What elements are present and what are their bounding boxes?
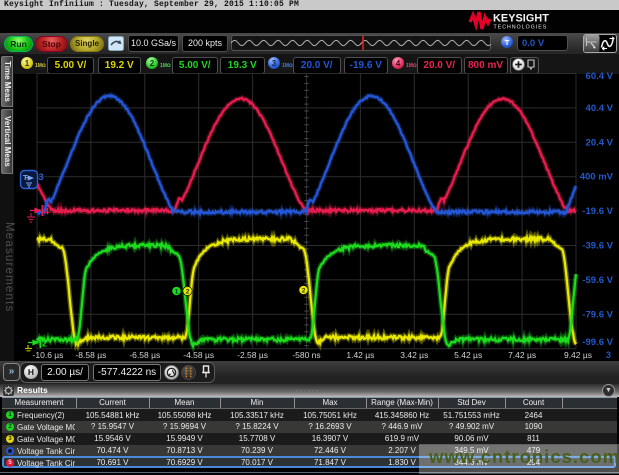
svg-text:400 mV: 400 mV — [580, 172, 614, 183]
svg-text:-19.6 V: -19.6 V — [582, 206, 613, 217]
svg-text:20.4 V: 20.4 V — [586, 137, 614, 148]
svg-text:-8.58 µs: -8.58 µs — [75, 350, 106, 360]
svg-text:5.42 µs: 5.42 µs — [454, 350, 482, 360]
svg-text:-10.6 µs: -10.6 µs — [33, 350, 64, 360]
svg-text:-2.58 µs: -2.58 µs — [237, 350, 268, 360]
svg-text:3: 3 — [39, 172, 44, 182]
svg-text:-79.6 V: -79.6 V — [582, 309, 613, 320]
svg-text:2: 2 — [302, 288, 306, 295]
svg-text:60.4 V: 60.4 V — [586, 71, 614, 82]
svg-text:2: 2 — [42, 339, 47, 349]
svg-text:2: 2 — [186, 289, 190, 296]
svg-text:3.42 µs: 3.42 µs — [400, 350, 428, 360]
svg-text:40.4 V: 40.4 V — [586, 103, 614, 114]
svg-text:9.42 µs: 9.42 µs — [564, 350, 592, 360]
svg-text:-99.6 V: -99.6 V — [582, 337, 613, 348]
svg-text:-39.6 V: -39.6 V — [582, 241, 613, 252]
svg-text:7.42 µs: 7.42 µs — [508, 350, 536, 360]
svg-text:-580 ns: -580 ns — [292, 350, 320, 360]
svg-text:4: 4 — [44, 207, 49, 217]
svg-text:1: 1 — [175, 289, 179, 296]
svg-text:3: 3 — [606, 350, 611, 360]
svg-text:-6.58 µs: -6.58 µs — [129, 350, 160, 360]
svg-text:-4.58 µs: -4.58 µs — [183, 350, 214, 360]
svg-text:1.42 µs: 1.42 µs — [346, 350, 374, 360]
svg-text:-59.6 V: -59.6 V — [582, 275, 613, 286]
